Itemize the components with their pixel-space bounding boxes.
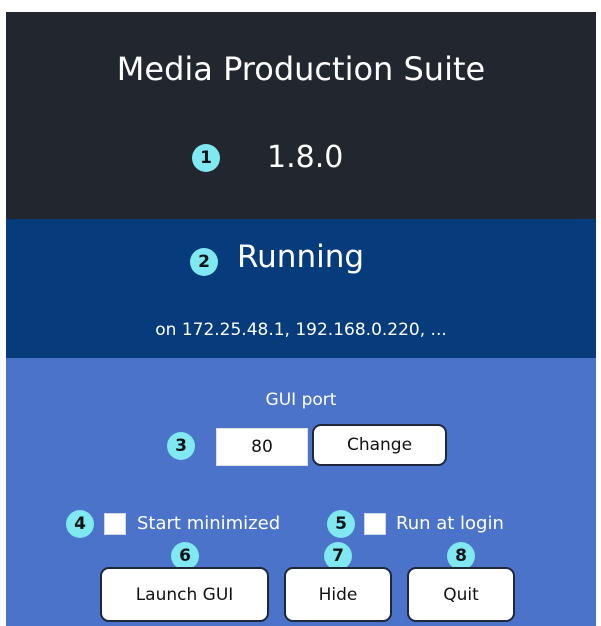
app-window: Media Production Suite 1 1.8.0 2 Running… <box>6 12 596 626</box>
gui-port-input[interactable] <box>216 428 308 466</box>
change-port-button[interactable]: Change <box>312 424 447 466</box>
version-row: 1 1.8.0 <box>6 138 596 178</box>
annotation-badge-1: 1 <box>192 144 220 172</box>
run-at-login-checkbox[interactable] <box>364 513 386 535</box>
status-panel: 2 Running on 172.25.48.1, 192.168.0.220,… <box>6 219 596 358</box>
annotation-badge-8: 8 <box>447 542 475 570</box>
header-panel: Media Production Suite 1 1.8.0 <box>6 12 596 219</box>
annotation-badge-6: 6 <box>171 542 199 570</box>
version-number: 1.8.0 <box>267 140 344 175</box>
annotation-badge-7: 7 <box>324 542 352 570</box>
annotation-badge-5: 5 <box>327 510 355 538</box>
annotation-badge-3: 3 <box>167 432 195 460</box>
quit-button[interactable]: Quit <box>407 567 515 622</box>
annotation-badge-2: 2 <box>190 248 218 276</box>
app-title: Media Production Suite <box>116 50 486 88</box>
address-list: on 172.25.48.1, 192.168.0.220, ... <box>155 320 447 340</box>
start-minimized-label[interactable]: Start minimized <box>137 512 280 536</box>
annotation-badge-4: 4 <box>66 510 94 538</box>
run-at-login-label[interactable]: Run at login <box>396 512 504 536</box>
controls-panel: GUI port 3 Change 4 Start minimized 5 Ru… <box>6 358 596 626</box>
status-text: Running <box>237 239 365 275</box>
hide-button[interactable]: Hide <box>284 567 392 622</box>
gui-port-label: GUI port <box>265 390 337 410</box>
start-minimized-checkbox[interactable] <box>104 513 126 535</box>
launch-gui-button[interactable]: Launch GUI <box>100 567 269 622</box>
